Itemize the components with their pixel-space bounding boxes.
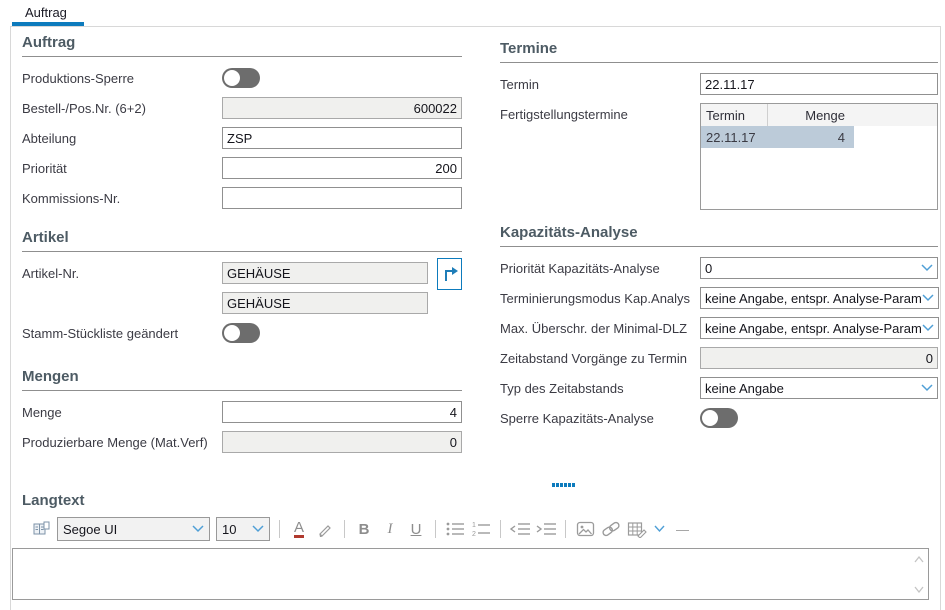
- left-column: Auftrag Produktions-Sperre Bestell-/Pos.…: [22, 34, 462, 461]
- menge-field[interactable]: [222, 401, 462, 423]
- max-ueberschr-minimal-dlz-label: Max. Überschr. der Minimal-DLZ: [500, 321, 700, 336]
- indent-icon[interactable]: [535, 517, 557, 541]
- svg-text:1: 1: [472, 522, 476, 529]
- chevron-down-icon: [922, 294, 934, 302]
- langtext-toolbar: Segoe UI 10 A B I U 1 2: [28, 514, 689, 544]
- fertigstellungstermine-label: Fertigstellungstermine: [500, 107, 700, 122]
- zeitabstand-vorgaenge-label: Zeitabstand Vorgänge zu Termin: [500, 351, 700, 366]
- bestell-pos-nr-label: Bestell-/Pos.Nr. (6+2): [22, 101, 222, 116]
- chevron-down-icon: [921, 264, 933, 272]
- section-title-kapazitaets-analyse: Kapazitäts-Analyse: [500, 224, 938, 247]
- produktions-sperre-label: Produktions-Sperre: [22, 71, 222, 86]
- insert-link-icon[interactable]: [600, 517, 622, 541]
- prioritaet-kapazitaets-analyse-select[interactable]: 0: [700, 257, 938, 279]
- toolbar-divider: [344, 520, 345, 538]
- prioritaet-label: Priorität: [22, 161, 222, 176]
- bold-button[interactable]: B: [353, 517, 375, 541]
- outdent-icon[interactable]: [509, 517, 531, 541]
- selected-font: Segoe UI: [63, 522, 192, 537]
- splitter-handle-icon[interactable]: [552, 483, 576, 487]
- table-menu-chevron-icon[interactable]: [652, 517, 666, 541]
- artikel-name-field[interactable]: [222, 292, 428, 314]
- right-column: Termine Termin Fertigstellungstermine Te…: [500, 40, 938, 437]
- scroll-up-icon[interactable]: [912, 553, 926, 565]
- produzierbare-menge-field[interactable]: [222, 431, 462, 453]
- max-ueberschr-minimal-dlz-select[interactable]: keine Angabe, entspr. Analyse-Param: [700, 317, 939, 339]
- table-row[interactable]: 22.11.17 4: [701, 126, 854, 148]
- termin-field[interactable]: [700, 73, 938, 95]
- numbered-list-icon[interactable]: 1 2: [470, 517, 492, 541]
- menge-label: Menge: [22, 405, 222, 420]
- section-title-langtext: Langtext: [22, 492, 85, 509]
- fertigstellungstermine-table[interactable]: Termin Menge 22.11.17 4: [700, 103, 938, 210]
- font-color-button[interactable]: A: [288, 517, 310, 541]
- selected-value: keine Angabe, entspr. Analyse-Param: [705, 321, 922, 336]
- section-title-auftrag: Auftrag: [22, 34, 462, 57]
- section-title-mengen: Mengen: [22, 368, 462, 391]
- tab-active-indicator: [12, 22, 84, 26]
- stamm-stueckliste-toggle[interactable]: [222, 323, 260, 343]
- artikel-nr-field[interactable]: [222, 262, 428, 284]
- tab-auftrag[interactable]: Auftrag: [25, 5, 67, 20]
- selected-value: 0: [705, 261, 921, 276]
- column-header-termin[interactable]: Termin: [701, 104, 768, 126]
- font-family-select[interactable]: Segoe UI: [57, 517, 210, 541]
- langtext-editor[interactable]: [13, 549, 928, 599]
- column-header-menge[interactable]: Menge: [768, 108, 849, 123]
- selected-size: 10: [222, 522, 252, 537]
- fertigstellungstermine-table-header: Termin Menge: [701, 104, 937, 126]
- selected-value: keine Angabe, entspr. Analyse-Param: [705, 291, 922, 306]
- chevron-down-icon: [921, 384, 933, 392]
- zeitabstand-vorgaenge-field[interactable]: [700, 347, 938, 369]
- bestell-pos-nr-field[interactable]: [222, 97, 462, 119]
- font-color-icon: A: [294, 521, 304, 538]
- typ-des-zeitabstands-select[interactable]: keine Angabe: [700, 377, 938, 399]
- chevron-down-icon: [192, 525, 204, 533]
- abteilung-field[interactable]: [222, 127, 462, 149]
- sperre-kapazitaets-analyse-toggle[interactable]: [700, 408, 738, 428]
- langtext-editor-wrap: [12, 548, 929, 600]
- scroll-down-icon[interactable]: [912, 583, 926, 595]
- termin-label: Termin: [500, 77, 700, 92]
- cell-menge: 4: [768, 130, 849, 145]
- selected-value: keine Angabe: [705, 381, 921, 396]
- toolbar-divider: [565, 520, 566, 538]
- insert-image-icon[interactable]: [574, 517, 596, 541]
- jump-arrow-icon: [440, 264, 460, 284]
- terminierungsmodus-label: Terminierungsmodus Kap.Analys: [500, 291, 700, 306]
- cell-termin: 22.11.17: [701, 130, 768, 145]
- abteilung-label: Abteilung: [22, 131, 222, 146]
- kommissions-nr-field[interactable]: [222, 187, 462, 209]
- prioritaet-kapazitaets-analyse-label: Priorität Kapazitäts-Analyse: [500, 261, 700, 276]
- produzierbare-menge-label: Produzierbare Menge (Mat.Verf): [22, 435, 222, 450]
- highlight-pencil-icon[interactable]: [314, 517, 336, 541]
- underline-button[interactable]: U: [405, 517, 427, 541]
- horizontal-rule-button[interactable]: —: [676, 522, 689, 537]
- chevron-down-icon: [922, 324, 934, 332]
- chevron-down-icon: [252, 525, 264, 533]
- insert-table-icon[interactable]: [626, 517, 648, 541]
- artikel-jump-button[interactable]: [437, 258, 462, 290]
- open-book-icon[interactable]: [30, 517, 52, 541]
- terminierungsmodus-select[interactable]: keine Angabe, entspr. Analyse-Param: [700, 287, 939, 309]
- toolbar-divider: [435, 520, 436, 538]
- artikel-nr-label: Artikel-Nr.: [22, 266, 222, 281]
- typ-des-zeitabstands-label: Typ des Zeitabstands: [500, 381, 700, 396]
- font-size-select[interactable]: 10: [216, 517, 270, 541]
- toolbar-divider: [500, 520, 501, 538]
- svg-text:2: 2: [472, 531, 476, 537]
- stamm-stueckliste-label: Stamm-Stückliste geändert: [22, 326, 222, 341]
- produktions-sperre-toggle[interactable]: [222, 68, 260, 88]
- toolbar-divider: [279, 520, 280, 538]
- bullet-list-icon[interactable]: [444, 517, 466, 541]
- sperre-kapazitaets-analyse-label: Sperre Kapazitäts-Analyse: [500, 411, 700, 426]
- italic-button[interactable]: I: [379, 517, 401, 541]
- prioritaet-field[interactable]: [222, 157, 462, 179]
- kommissions-nr-label: Kommissions-Nr.: [22, 191, 222, 206]
- section-title-artikel: Artikel: [22, 229, 462, 252]
- section-title-termine: Termine: [500, 40, 938, 63]
